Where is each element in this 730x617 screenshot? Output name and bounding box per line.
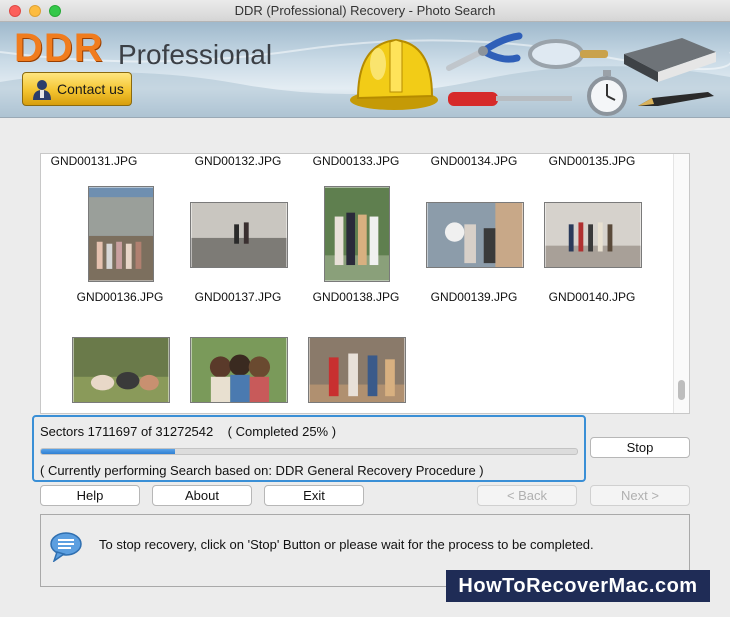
person-icon xyxy=(33,80,51,100)
back-button[interactable]: < Back xyxy=(477,485,577,506)
screwdriver-icon xyxy=(448,92,572,106)
file-name-label: GND00138.JPG xyxy=(312,290,400,304)
photo-thumbnail[interactable] xyxy=(88,186,154,282)
stop-button[interactable]: Stop xyxy=(590,437,690,458)
results-scrollbar[interactable] xyxy=(673,154,689,413)
file-name-label: GND00140.JPG xyxy=(548,290,636,304)
minimize-window-button[interactable] xyxy=(29,5,41,17)
photo-thumbnail[interactable] xyxy=(190,337,288,403)
file-name-label: GND00137.JPG xyxy=(194,290,282,304)
contact-us-label: Contact us xyxy=(57,81,124,97)
title-bar: DDR (Professional) Recovery - Photo Sear… xyxy=(0,0,730,22)
photo-thumbnail[interactable] xyxy=(308,337,406,403)
logo-ddr: DDR xyxy=(14,26,104,70)
stopwatch-icon xyxy=(587,70,627,116)
scrollbar-thumb[interactable] xyxy=(678,380,685,400)
photo-thumbnail[interactable] xyxy=(324,186,390,282)
help-button[interactable]: Help xyxy=(40,485,140,506)
window-title: DDR (Professional) Recovery - Photo Sear… xyxy=(234,3,496,18)
contact-us-button[interactable]: Contact us xyxy=(22,72,132,106)
progress-bar xyxy=(40,448,578,455)
file-name-label: GND00131.JPG xyxy=(50,154,138,168)
magnifier-icon xyxy=(528,39,608,69)
speech-bubble-icon xyxy=(50,532,82,562)
about-button[interactable]: About xyxy=(152,485,252,506)
header-banner: DDR Professional Contact us xyxy=(0,22,730,118)
hard-hat-icon xyxy=(350,38,438,110)
logo-professional: Professional xyxy=(118,39,273,70)
photo-thumbnail[interactable] xyxy=(544,202,642,268)
file-name-label: GND00136.JPG xyxy=(76,290,164,304)
maximize-window-button[interactable] xyxy=(49,5,61,17)
photo-thumbnail[interactable] xyxy=(72,337,170,403)
file-name-label: GND00135.JPG xyxy=(548,154,636,168)
watermark: HowToRecoverMac.com xyxy=(446,570,710,602)
next-button[interactable]: Next > xyxy=(590,485,690,506)
info-message: To stop recovery, click on 'Stop' Button… xyxy=(99,537,594,552)
current-procedure-status: ( Currently performing Search based on: … xyxy=(40,463,484,478)
pen-icon xyxy=(638,92,714,106)
progress-bar-fill xyxy=(41,449,175,454)
close-window-button[interactable] xyxy=(9,5,21,17)
book-icon xyxy=(624,38,716,82)
file-name-label: GND00139.JPG xyxy=(430,290,518,304)
file-name-label: GND00133.JPG xyxy=(312,154,400,168)
exit-button[interactable]: Exit xyxy=(264,485,364,506)
file-name-label: GND00134.JPG xyxy=(430,154,518,168)
pliers-icon xyxy=(446,32,523,71)
sectors-status: Sectors 1711697 of 31272542 ( Completed … xyxy=(40,424,337,439)
file-name-label: GND00132.JPG xyxy=(194,154,282,168)
photo-thumbnail[interactable] xyxy=(426,202,524,268)
progress-panel: Sectors 1711697 of 31272542 ( Completed … xyxy=(32,415,586,482)
photo-results-panel[interactable]: GND00131.JPG GND00132.JPG GND00133.JPG G… xyxy=(40,153,690,414)
photo-thumbnail[interactable] xyxy=(190,202,288,268)
